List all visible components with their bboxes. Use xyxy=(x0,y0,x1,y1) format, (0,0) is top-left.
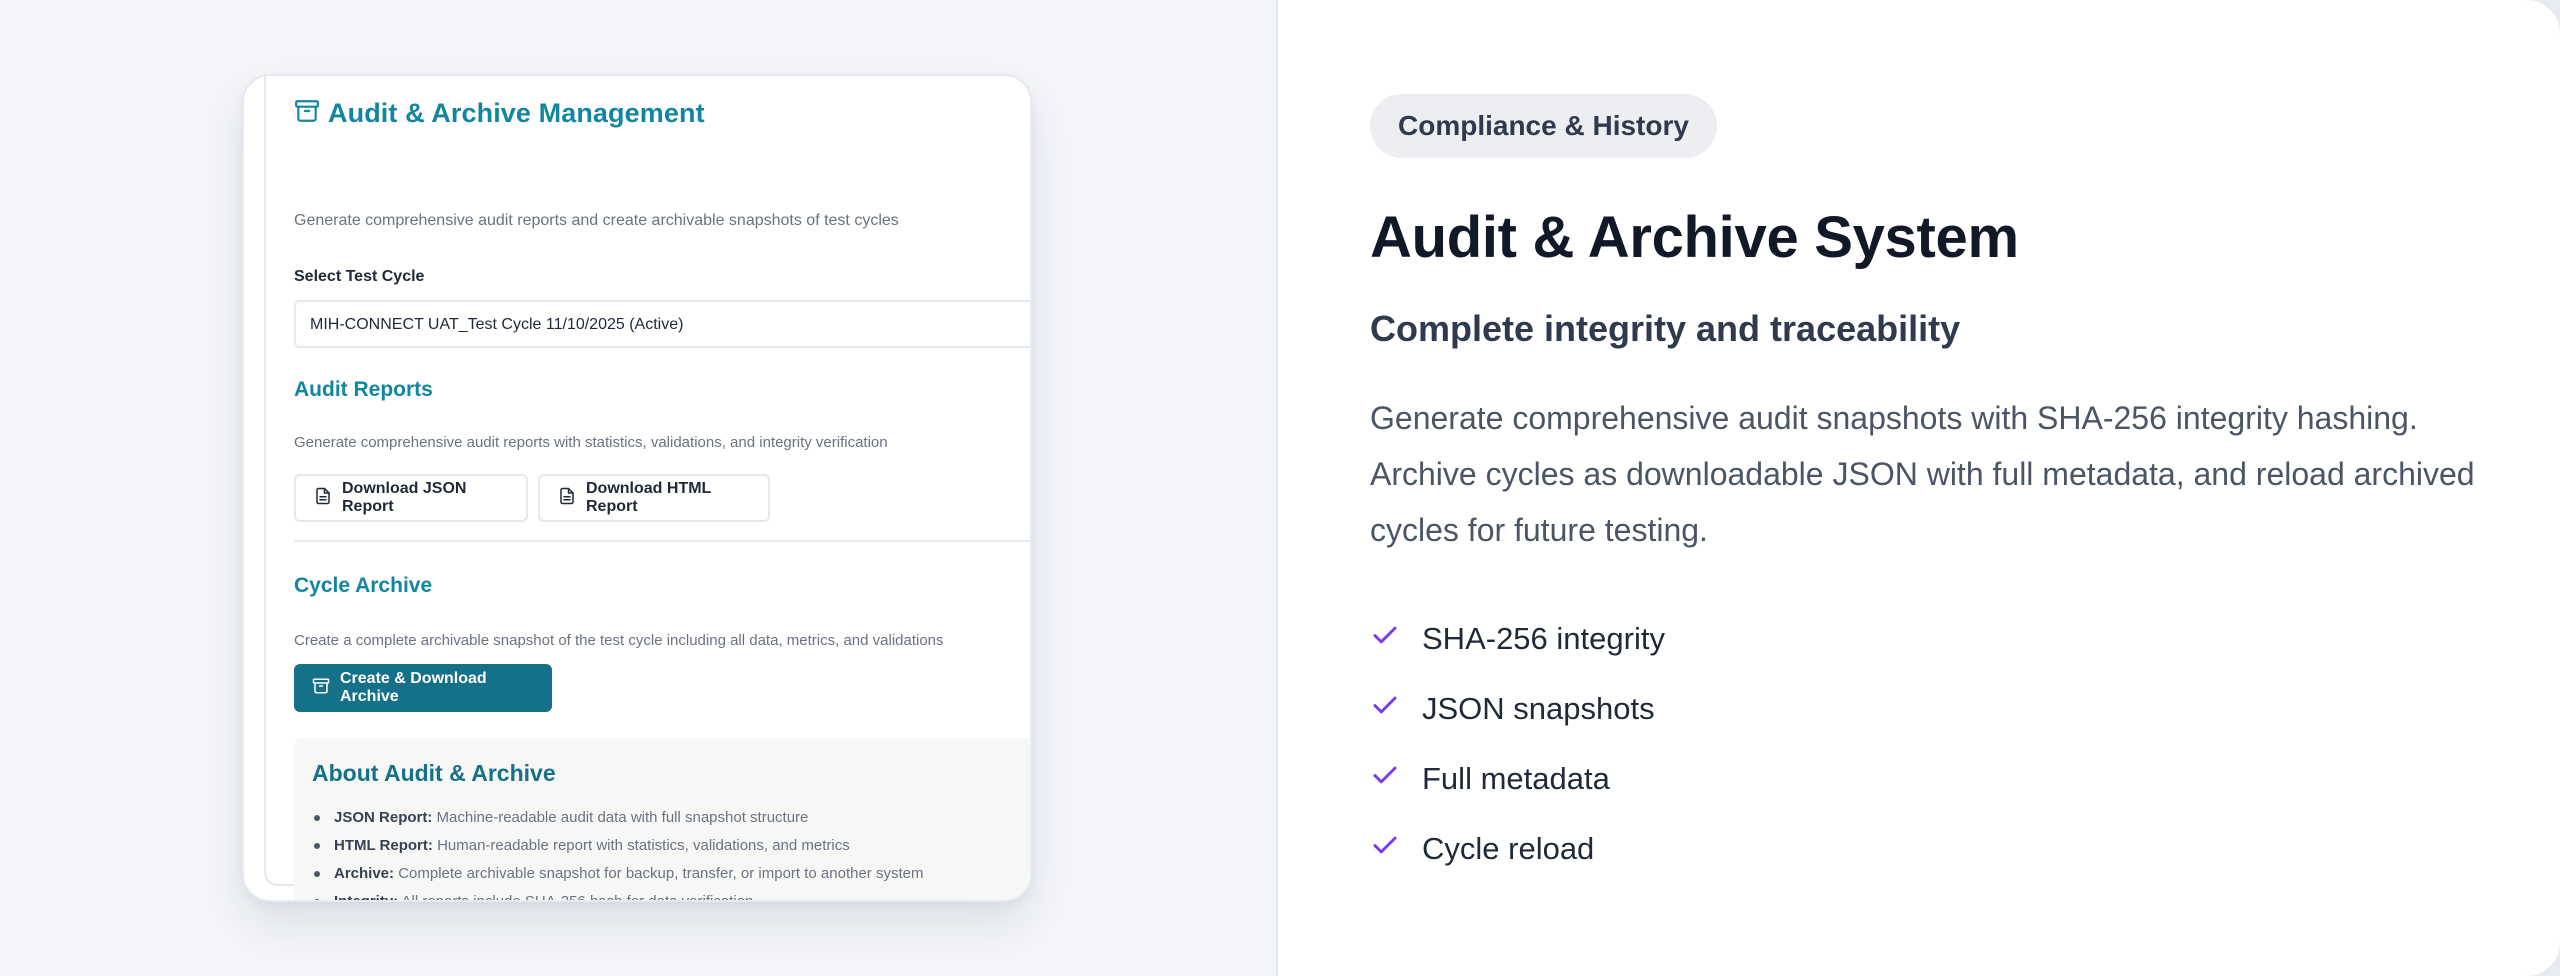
download-html-report-label: Download HTML Report xyxy=(586,480,712,515)
about-list: JSON Report: Machine-readable audit data… xyxy=(312,804,923,902)
download-html-report-button[interactable]: Download HTML Report xyxy=(538,474,770,522)
check-icon xyxy=(1370,760,1422,798)
audit-reports-description: Generate comprehensive audit reports wit… xyxy=(294,434,888,451)
feature-description: Generate comprehensive audit snapshots w… xyxy=(1370,400,2475,548)
page-title: Audit & Archive Management xyxy=(328,98,705,128)
feature-item: Full metadata xyxy=(1370,744,1665,814)
test-cycle-select[interactable]: MIH-CONNECT UAT_Test Cycle 11/10/2025 (A… xyxy=(294,300,1030,348)
left-panel: Audit & Archive Management Generate comp… xyxy=(0,0,1276,976)
feature-item-label: Full metadata xyxy=(1422,761,1610,796)
audit-reports-title: Audit Reports xyxy=(294,378,433,401)
section-divider xyxy=(294,540,1030,542)
feature-item-label: Cycle reload xyxy=(1422,831,1595,866)
list-item: Archive: Complete archivable snapshot fo… xyxy=(312,860,923,888)
download-json-report-button[interactable]: Download JSON Report xyxy=(294,474,528,522)
list-item-term: Integrity: xyxy=(334,893,399,902)
list-item: HTML Report: Human-readable report with … xyxy=(312,832,923,860)
feature-item: JSON snapshots xyxy=(1370,674,1665,744)
create-download-archive-button[interactable]: Create & Download Archive xyxy=(294,664,552,712)
list-item-term: Archive: xyxy=(334,865,395,882)
list-item-text: All reports include SHA-256 hash for dat… xyxy=(401,893,754,902)
page-subtitle: Generate comprehensive audit reports and… xyxy=(294,212,899,229)
feature-title: Audit & Archive System xyxy=(1370,205,2019,270)
check-icon xyxy=(1370,830,1422,868)
screenshot-card: Audit & Archive Management Generate comp… xyxy=(242,74,1032,902)
create-download-archive-label: Create & Download Archive xyxy=(340,670,487,705)
feature-item: Cycle reload xyxy=(1370,814,1665,884)
feature-item: SHA-256 integrity xyxy=(1370,604,1665,674)
about-panel: About Audit & Archive JSON Report: Machi… xyxy=(294,738,1030,902)
list-item-text: Human-readable report with statistics, v… xyxy=(437,837,850,854)
check-icon xyxy=(1370,690,1422,728)
file-text-icon xyxy=(558,487,586,510)
list-item-term: JSON Report: xyxy=(334,809,433,826)
category-badge: Compliance & History xyxy=(1370,94,1717,158)
select-test-cycle-label: Select Test Cycle xyxy=(294,268,425,285)
check-icon xyxy=(1370,620,1422,658)
feature-item-label: SHA-256 integrity xyxy=(1422,621,1665,656)
file-text-icon xyxy=(314,487,342,510)
archive-icon xyxy=(294,98,328,129)
audit-archive-page: Audit & Archive Management Generate comp… xyxy=(264,76,1030,900)
feature-list: SHA-256 integrity JSON snapshots Full me… xyxy=(1370,604,1665,884)
feature-subtitle: Complete integrity and traceability xyxy=(1370,308,1961,349)
cycle-archive-description: Create a complete archivable snapshot of… xyxy=(294,632,944,649)
list-item-text: Complete archivable snapshot for backup,… xyxy=(398,865,924,882)
page-header: Audit & Archive Management xyxy=(294,98,705,129)
list-item: JSON Report: Machine-readable audit data… xyxy=(312,804,923,832)
download-json-report-label: Download JSON Report xyxy=(342,480,467,515)
feature-item-label: JSON snapshots xyxy=(1422,691,1655,726)
archive-icon xyxy=(312,677,340,700)
cycle-archive-title: Cycle Archive xyxy=(294,574,433,597)
list-item-term: HTML Report: xyxy=(334,837,433,854)
about-title: About Audit & Archive xyxy=(312,760,556,786)
list-item: Integrity: All reports include SHA-256 h… xyxy=(312,888,923,902)
list-item-text: Machine-readable audit data with full sn… xyxy=(436,809,809,826)
